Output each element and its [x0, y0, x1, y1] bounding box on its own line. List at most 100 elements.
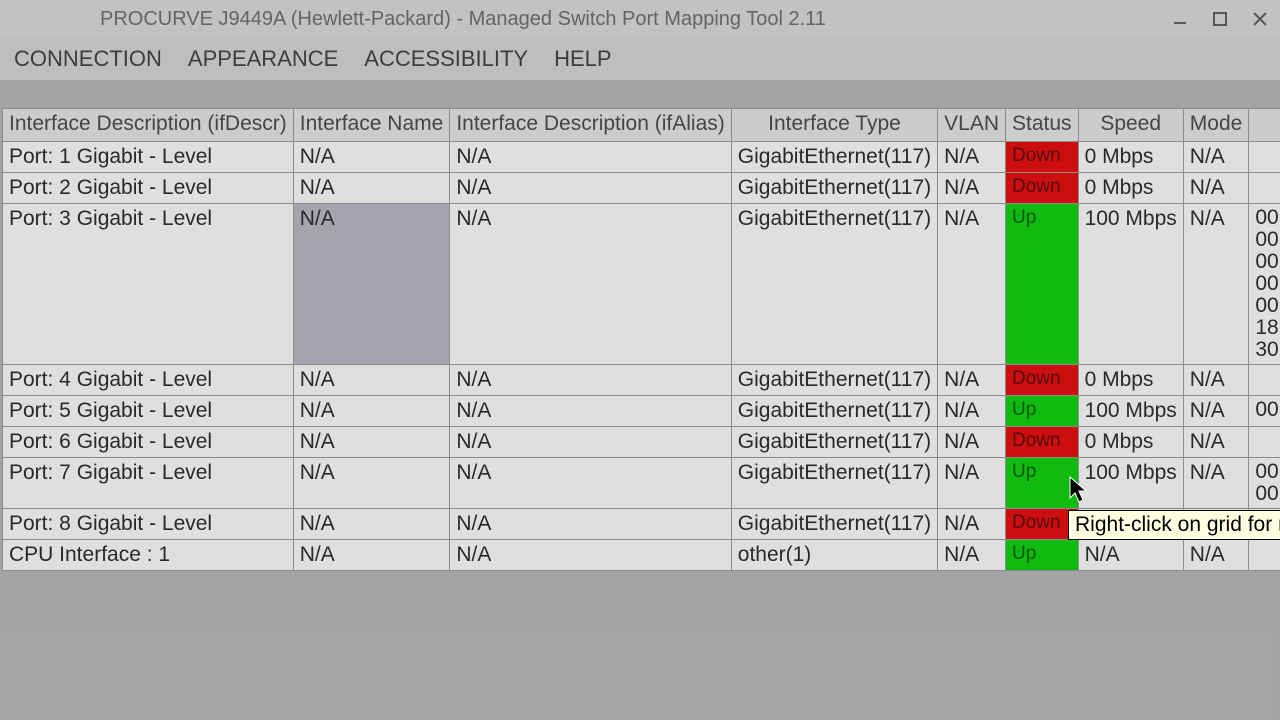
col-status[interactable]: Status — [1006, 109, 1079, 142]
cell-ifname[interactable]: N/A — [293, 173, 450, 204]
cell-mac[interactable] — [1249, 365, 1280, 396]
table-row[interactable]: Port: 7 Gigabit - LevelN/AN/AGigabitEthe… — [3, 458, 1280, 509]
cell-ifname[interactable]: N/A — [293, 427, 450, 458]
cell-ifalias[interactable]: N/A — [450, 365, 731, 396]
cell-iftype[interactable]: GigabitEthernet(117) — [731, 142, 937, 173]
col-ifalias[interactable]: Interface Description (ifAlias) — [450, 109, 731, 142]
cell-ifname[interactable]: N/A — [293, 458, 450, 509]
table-row[interactable]: Port: 5 Gigabit - LevelN/AN/AGigabitEthe… — [3, 396, 1280, 427]
cell-iftype[interactable]: GigabitEthernet(117) — [731, 509, 937, 540]
cell-ifname[interactable]: N/A — [293, 396, 450, 427]
cell-mode[interactable]: N/A — [1183, 365, 1249, 396]
cell-speed[interactable]: 100 Mbps — [1078, 458, 1183, 509]
cell-iftype[interactable]: GigabitEthernet(117) — [731, 396, 937, 427]
col-ifname[interactable]: Interface Name — [293, 109, 450, 142]
cell-ifdescr[interactable]: Port: 1 Gigabit - Level — [3, 142, 294, 173]
minimize-button[interactable] — [1160, 0, 1200, 38]
col-vlan[interactable]: VLAN — [938, 109, 1006, 142]
table-row[interactable]: CPU Interface : 1N/AN/Aother(1)N/AUpN/AN… — [3, 540, 1280, 571]
cell-ifalias[interactable]: N/A — [450, 427, 731, 458]
table-row[interactable]: Port: 2 Gigabit - LevelN/AN/AGigabitEthe… — [3, 173, 1280, 204]
cell-ifdescr[interactable]: Port: 8 Gigabit - Level — [3, 509, 294, 540]
cell-mode[interactable]: N/A — [1183, 458, 1249, 509]
cell-iftype[interactable]: GigabitEthernet(117) — [731, 458, 937, 509]
cell-ifname[interactable]: N/A — [293, 142, 450, 173]
table-row[interactable]: Port: 1 Gigabit - LevelN/AN/AGigabitEthe… — [3, 142, 1280, 173]
col-speed[interactable]: Speed — [1078, 109, 1183, 142]
cell-ifdescr[interactable]: Port: 5 Gigabit - Level — [3, 396, 294, 427]
cell-mac[interactable] — [1249, 427, 1280, 458]
cell-mac[interactable]: 00:18:6E:4E:F9:41 — [1249, 396, 1280, 427]
col-ifdescr[interactable]: Interface Description (ifDescr) — [3, 109, 294, 142]
cell-ifalias[interactable]: N/A — [450, 142, 731, 173]
cell-mode[interactable]: N/A — [1183, 540, 1249, 571]
col-mac[interactable]: MAC Address — [1249, 109, 1280, 142]
cell-mac[interactable]: 00:0F:20:45:81:8000:0F:20:45:81:A9 — [1249, 458, 1280, 509]
cell-status[interactable]: Up — [1006, 458, 1079, 509]
cell-iftype[interactable]: GigabitEthernet(117) — [731, 427, 937, 458]
cell-ifdescr[interactable]: Port: 6 Gigabit - Level — [3, 427, 294, 458]
cell-status[interactable]: Up — [1006, 540, 1079, 571]
cell-mac[interactable] — [1249, 540, 1280, 571]
cell-speed[interactable]: 0 Mbps — [1078, 142, 1183, 173]
cell-mode[interactable]: N/A — [1183, 142, 1249, 173]
cell-speed[interactable]: 0 Mbps — [1078, 173, 1183, 204]
cell-status[interactable]: Down — [1006, 142, 1079, 173]
table-row[interactable]: Port: 4 Gigabit - LevelN/AN/AGigabitEthe… — [3, 365, 1280, 396]
cell-status[interactable]: Down — [1006, 173, 1079, 204]
table-row[interactable]: Port: 6 Gigabit - LevelN/AN/AGigabitEthe… — [3, 427, 1280, 458]
cell-speed[interactable]: 0 Mbps — [1078, 365, 1183, 396]
cell-vlan[interactable]: N/A — [938, 142, 1006, 173]
cell-ifalias[interactable]: N/A — [450, 396, 731, 427]
cell-ifname[interactable]: N/A — [293, 204, 450, 365]
cell-mac[interactable] — [1249, 142, 1280, 173]
menu-connection[interactable]: CONNECTION — [12, 42, 164, 76]
cell-status[interactable]: Down — [1006, 427, 1079, 458]
cell-ifalias[interactable]: N/A — [450, 204, 731, 365]
cell-vlan[interactable]: N/A — [938, 427, 1006, 458]
cell-mac[interactable] — [1249, 173, 1280, 204]
cell-ifdescr[interactable]: CPU Interface : 1 — [3, 540, 294, 571]
close-button[interactable] — [1240, 0, 1280, 38]
cell-ifname[interactable]: N/A — [293, 540, 450, 571]
cell-speed[interactable]: N/A — [1078, 540, 1183, 571]
cell-speed[interactable]: 0 Mbps — [1078, 427, 1183, 458]
cell-vlan[interactable]: N/A — [938, 540, 1006, 571]
cell-iftype[interactable]: GigabitEthernet(117) — [731, 365, 937, 396]
menu-appearance[interactable]: APPEARANCE — [186, 42, 340, 76]
port-grid[interactable]: Interface Description (ifDescr) Interfac… — [2, 108, 1280, 571]
cell-status[interactable]: Up — [1006, 204, 1079, 365]
col-iftype[interactable]: Interface Type — [731, 109, 937, 142]
cell-mode[interactable]: N/A — [1183, 173, 1249, 204]
cell-iftype[interactable]: other(1) — [731, 540, 937, 571]
cell-mode[interactable]: N/A — [1183, 204, 1249, 365]
cell-mode[interactable]: N/A — [1183, 427, 1249, 458]
menu-accessibility[interactable]: ACCESSIBILITY — [362, 42, 530, 76]
cell-vlan[interactable]: N/A — [938, 396, 1006, 427]
cell-vlan[interactable]: N/A — [938, 458, 1006, 509]
cell-ifdescr[interactable]: Port: 7 Gigabit - Level — [3, 458, 294, 509]
cell-ifname[interactable]: N/A — [293, 509, 450, 540]
cell-vlan[interactable]: N/A — [938, 365, 1006, 396]
cell-ifalias[interactable]: N/A — [450, 509, 731, 540]
table-row[interactable]: Port: 3 Gigabit - LevelN/AN/AGigabitEthe… — [3, 204, 1280, 365]
cell-speed[interactable]: 100 Mbps — [1078, 204, 1183, 365]
cell-status[interactable]: Down — [1006, 365, 1079, 396]
cell-ifdescr[interactable]: Port: 3 Gigabit - Level — [3, 204, 294, 365]
cell-mac[interactable]: 00:0C:F1:6F:6D:C600:0F:1F:9B:54:8700:13:… — [1249, 204, 1280, 365]
cell-ifdescr[interactable]: Port: 4 Gigabit - Level — [3, 365, 294, 396]
cell-ifname[interactable]: N/A — [293, 365, 450, 396]
cell-ifalias[interactable]: N/A — [450, 458, 731, 509]
cell-status[interactable]: Up — [1006, 396, 1079, 427]
cell-vlan[interactable]: N/A — [938, 204, 1006, 365]
cell-vlan[interactable]: N/A — [938, 173, 1006, 204]
cell-iftype[interactable]: GigabitEthernet(117) — [731, 204, 937, 365]
maximize-button[interactable] — [1200, 0, 1240, 38]
col-mode[interactable]: Mode — [1183, 109, 1249, 142]
cell-ifdescr[interactable]: Port: 2 Gigabit - Level — [3, 173, 294, 204]
cell-ifalias[interactable]: N/A — [450, 540, 731, 571]
cell-speed[interactable]: 100 Mbps — [1078, 396, 1183, 427]
cell-iftype[interactable]: GigabitEthernet(117) — [731, 173, 937, 204]
menu-help[interactable]: HELP — [552, 42, 613, 76]
cell-vlan[interactable]: N/A — [938, 509, 1006, 540]
